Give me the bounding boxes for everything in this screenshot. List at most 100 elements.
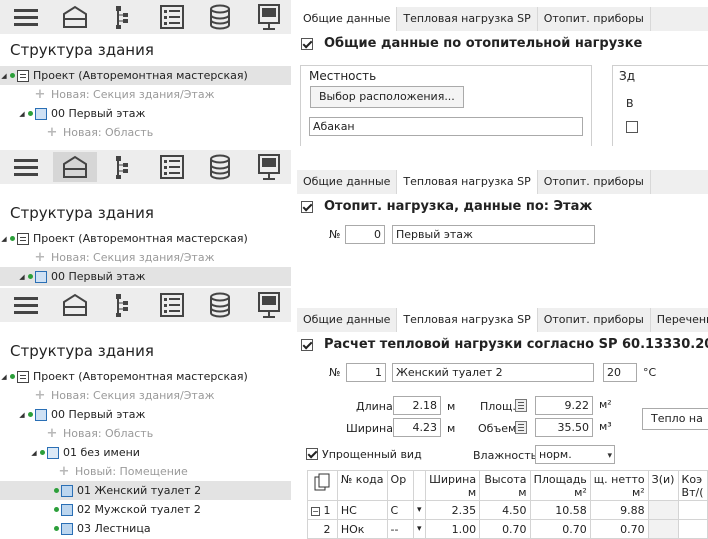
select-location-button[interactable]: Выбор расположения...	[310, 86, 464, 108]
col-coef[interactable]: Коэ Вт/(	[677, 470, 708, 501]
tree-item-new-section[interactable]: + Новая: Секция здания/Этаж	[0, 248, 291, 267]
header-checkbox[interactable]	[301, 338, 313, 351]
calculator-icon[interactable]	[515, 421, 527, 434]
col-code[interactable]: № кода	[336, 470, 388, 501]
number-input[interactable]: 0	[345, 225, 385, 244]
width-input[interactable]: 4.23	[393, 418, 441, 437]
table-row[interactable]: 2 НОк -- ▾ 1.00 0.70 0.70 0.70	[307, 519, 708, 539]
report-icon[interactable]	[247, 2, 292, 32]
tree-item-floor[interactable]: ◢ 00 Первый этаж	[0, 405, 291, 424]
report-icon[interactable]	[247, 152, 292, 182]
tree-item-floor[interactable]: ◢ 00 Первый этаж	[0, 104, 291, 123]
expand-arrow-icon[interactable]: ◢	[18, 411, 26, 419]
tree-item-room-3[interactable]: 03 Лестница	[0, 519, 291, 538]
building-icon[interactable]	[53, 2, 98, 32]
col-z[interactable]: З(и)	[647, 470, 679, 501]
expand-arrow-icon[interactable]: ◢	[18, 110, 26, 118]
cell-area[interactable]: 0.70	[529, 519, 591, 539]
cell-width[interactable]: 1.00	[425, 519, 481, 539]
simple-view-checkbox[interactable]	[306, 448, 318, 460]
tab-general[interactable]: Общие данные	[297, 7, 398, 31]
tree-item-new-section[interactable]: + Новая: Секция здания/Этаж	[0, 386, 291, 405]
menu-icon[interactable]	[4, 152, 49, 182]
menu-icon[interactable]	[4, 2, 49, 32]
cell-coef[interactable]	[677, 519, 708, 539]
number-input[interactable]: 1	[346, 363, 386, 382]
expand-arrow-icon[interactable]: ◢	[0, 373, 8, 381]
room-name-input[interactable]: Женский туалет 2	[392, 363, 594, 382]
tree-icon[interactable]	[101, 2, 146, 32]
volume-input[interactable]: 35.50	[535, 418, 593, 437]
list-icon[interactable]	[150, 290, 195, 320]
col-width[interactable]: Ширина м	[425, 470, 481, 501]
tab-general[interactable]: Общие данные	[297, 308, 398, 332]
tab-heat-load[interactable]: Тепловая нагрузка SP	[397, 308, 538, 332]
table-row[interactable]: − 1 НС С ▾ 2.35 4.50 10.58 9.88	[307, 500, 708, 520]
name-input[interactable]: Первый этаж	[392, 225, 595, 244]
copy-icon-cell[interactable]	[307, 470, 338, 501]
humidity-select[interactable]: норм.	[535, 445, 615, 464]
tree-item-project[interactable]: ◢ Проект (Авторемонтная мастерская)	[0, 229, 291, 248]
cell-coef[interactable]	[677, 500, 708, 520]
tree-item-new-room[interactable]: + Новый: Помещение	[0, 462, 291, 481]
cell-height[interactable]: 0.70	[479, 519, 531, 539]
length-input[interactable]: 2.18	[393, 396, 441, 415]
tab-heaters[interactable]: Отопит. приборы	[538, 170, 651, 194]
row-toggle[interactable]: 2	[307, 519, 338, 539]
tab-heat-load[interactable]: Тепловая нагрузка SP	[397, 7, 538, 31]
header-checkbox[interactable]	[301, 37, 313, 50]
temperature-input[interactable]: 20	[603, 363, 637, 382]
col-height[interactable]: Высота м	[479, 470, 531, 501]
area-input[interactable]: 9.22	[535, 396, 593, 415]
building-checkbox[interactable]	[626, 121, 638, 133]
tab-heaters[interactable]: Отопит. приборы	[538, 308, 651, 332]
col-area[interactable]: Площадь м²	[529, 470, 591, 501]
expand-arrow-icon[interactable]: ◢	[0, 72, 8, 80]
header-checkbox[interactable]	[301, 200, 313, 213]
menu-icon[interactable]	[4, 290, 49, 320]
cell-height[interactable]: 4.50	[479, 500, 531, 520]
tree-item-new-section[interactable]: + Новая: Секция здания/Этаж	[0, 85, 291, 104]
tree-item-room-2[interactable]: 02 Мужской туалет 2	[0, 500, 291, 519]
tree-item-project[interactable]: ◢ Проект (Авторемонтная мастерская)	[0, 367, 291, 386]
calculator-icon[interactable]	[515, 399, 527, 412]
col-orientation[interactable]: Ор	[386, 470, 414, 501]
cell-net-area[interactable]: 0.70	[589, 519, 649, 539]
cell-code[interactable]: НС	[336, 500, 388, 520]
cell-orientation[interactable]: --	[386, 519, 414, 539]
cell-area[interactable]: 10.58	[529, 500, 591, 520]
tree-item-room-1[interactable]: 01 Женский туалет 2	[0, 481, 291, 500]
cell-z[interactable]	[647, 500, 679, 520]
database-icon[interactable]	[198, 152, 243, 182]
tree-item-floor[interactable]: ◢ 00 Первый этаж	[0, 267, 291, 286]
col-net-area[interactable]: щ. нетто м²	[589, 470, 649, 501]
tab-heat-load[interactable]: Тепловая нагрузка SP	[397, 170, 538, 194]
cell-net-area[interactable]: 9.88	[589, 500, 649, 520]
tab-materials[interactable]: Перечень ма	[651, 308, 708, 332]
tree-item-new-area[interactable]: + Новая: Область	[0, 123, 291, 142]
building-icon[interactable]	[53, 290, 98, 320]
building-icon[interactable]	[52, 152, 97, 182]
list-icon[interactable]	[150, 152, 195, 182]
expand-arrow-icon[interactable]: ◢	[0, 235, 8, 243]
row-toggle[interactable]: − 1	[307, 500, 338, 520]
cell-z[interactable]	[647, 519, 679, 539]
expand-arrow-icon[interactable]: ◢	[30, 449, 38, 457]
location-input[interactable]: Абакан	[309, 117, 583, 136]
cell-code[interactable]: НОк	[336, 519, 388, 539]
heat-calc-button[interactable]: Тепло на	[642, 408, 708, 430]
database-icon[interactable]	[198, 2, 243, 32]
database-icon[interactable]	[198, 290, 243, 320]
cell-width[interactable]: 2.35	[425, 500, 481, 520]
tree-item-project[interactable]: ◢ Проект (Авторемонтная мастерская)	[0, 66, 291, 85]
chevron-down-icon[interactable]: ▾	[412, 519, 427, 539]
cell-orientation[interactable]: С	[386, 500, 414, 520]
tab-general[interactable]: Общие данные	[297, 170, 398, 194]
chevron-down-icon[interactable]: ▾	[412, 500, 427, 520]
tree-icon[interactable]	[101, 290, 146, 320]
list-icon[interactable]	[150, 2, 195, 32]
tree-item-area[interactable]: ◢ 01 без имени	[0, 443, 291, 462]
expand-arrow-icon[interactable]: ◢	[18, 273, 26, 281]
tab-heaters[interactable]: Отопит. приборы	[538, 7, 651, 31]
tree-icon[interactable]	[101, 152, 146, 182]
